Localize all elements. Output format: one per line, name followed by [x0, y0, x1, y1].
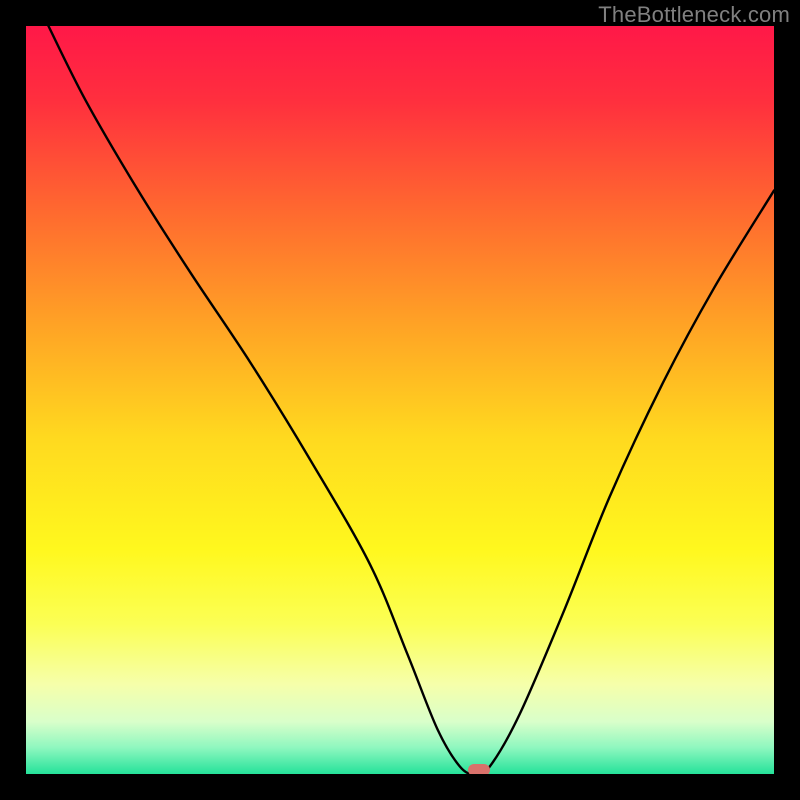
- watermark-text: TheBottleneck.com: [598, 2, 790, 28]
- bottleneck-curve: [48, 26, 774, 774]
- plot-area: [26, 26, 774, 774]
- chart-container: TheBottleneck.com: [0, 0, 800, 800]
- curve-layer: [26, 26, 774, 774]
- optimal-point-marker: [468, 764, 490, 774]
